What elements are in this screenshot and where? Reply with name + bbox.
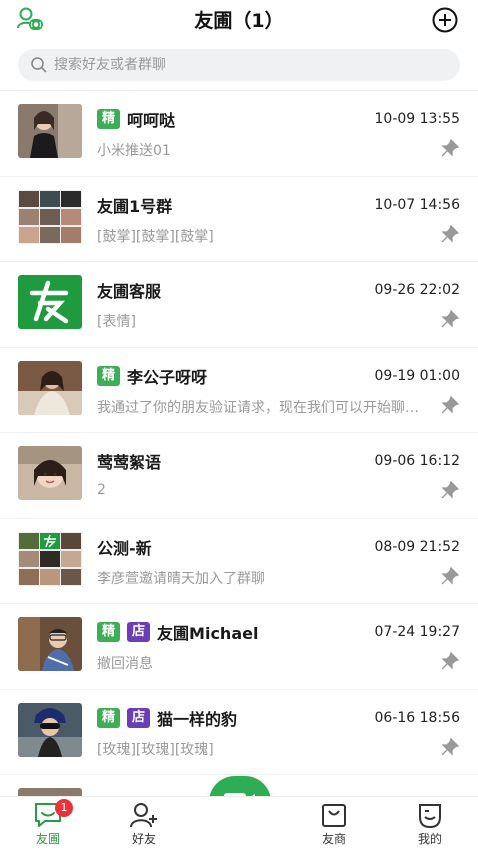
chat-name: 友圃Michael [157,624,259,643]
chat-row[interactable]: 友圃客服 09-26 22:02 [表情] [0,262,478,348]
chat-title-line: 友圃1号群 [97,194,172,216]
bottom-nav: 友圃 1 好友 友商 我的 [0,796,478,850]
search-icon [30,56,48,74]
chat-preview: [鼓掌][鼓掌][鼓掌] [97,228,214,245]
profile-icon [415,801,445,829]
add-circle-icon[interactable] [432,7,458,33]
avatar [18,702,82,757]
chat-row[interactable]: 友圃1号群 10-07 14:56 [鼓掌][鼓掌][鼓掌] [0,177,478,262]
nav-mine[interactable]: 我的 [400,799,460,849]
app-root: 友圃（1） 搜索好友或者群聊 精 呵呵哒 10-09 13:55 小米推送01 … [0,0,478,850]
chat-row[interactable]: 精 李公子呀呀 09-19 01:00 我通过了你的朋友验证请求，现在我们可以开… [0,348,478,433]
chat-row[interactable]: 精 店 猫一样的豹 06-16 18:56 [玫瑰][玫瑰][玫瑰] [0,690,478,775]
featured-badge: 精 [97,365,121,386]
chat-title-line: 友圃客服 [97,279,161,301]
chat-title-line: 精 店 友圃Michael [97,621,258,643]
chat-preview: [玫瑰][玫瑰][玫瑰] [97,741,214,758]
chat-time: 09-19 01:00 [374,367,460,384]
chat-time: 10-09 13:55 [374,111,460,127]
nav-label: 友圃 [35,832,60,846]
pin-icon[interactable] [440,651,460,671]
chat-preview: 2 [97,482,106,498]
pin-icon[interactable] [440,138,460,158]
pin-icon[interactable] [440,566,460,586]
page-title: 友圃（1） [194,10,284,32]
pin-icon[interactable] [440,480,460,500]
you-logo-avatar [18,275,82,329]
chat-list: 精 呵呵哒 10-09 13:55 小米推送01 友圃1号群 10-07 14:… [0,91,478,796]
add-friend-icon [129,801,159,829]
featured-badge: 精 [97,707,121,728]
chat-name: 公测-新 [97,538,152,558]
shop-badge: 店 [127,622,151,642]
nav-friends[interactable]: 好友 [114,799,174,849]
search-input[interactable] [54,49,444,81]
chat-row[interactable]: 精 店 友圃Michael 07-24 19:27 撤回消息 [0,604,478,690]
top-bar: 友圃（1） [0,0,478,40]
chat-preview: 李彦萱邀请晴天加入了群聊 [97,570,265,587]
group-avatar [18,189,82,244]
chat-title-line: 公测-新 [97,536,152,558]
avatar [18,617,82,671]
chat-time: 08-09 21:52 [374,538,460,555]
shop-bag-icon [319,801,349,829]
pin-icon[interactable] [440,309,460,329]
nav-label: 我的 [417,832,442,846]
chat-time: 09-26 22:02 [374,282,460,298]
nav-youpu[interactable]: 友圃 1 [18,799,78,849]
chat-time: 09-06 16:12 [374,453,460,469]
chat-row[interactable]: 公测-新 08-09 21:52 李彦萱邀请晴天加入了群聊 [0,519,478,604]
chat-row[interactable]: 莺莺絮语 09-06 16:12 2 [0,433,478,519]
pin-icon[interactable] [440,737,460,757]
chat-time: 10-07 14:56 [374,196,460,213]
chat-name: 友圃客服 [97,282,162,301]
chat-title-line: 精 李公子呀呀 [97,365,207,387]
chat-title-line: 精 呵呵哒 [97,108,175,130]
chat-name: 猫一样的豹 [157,709,238,729]
shop-badge: 店 [127,707,151,728]
avatar [18,104,82,158]
pin-icon[interactable] [440,224,460,244]
chat-row[interactable]: 精 呵呵哒 10-09 13:55 小米推送01 [0,91,478,177]
chat-name: 呵呵哒 [127,111,176,130]
nav-shop[interactable]: 友商 [304,799,364,849]
chat-name: 友圃1号群 [97,196,173,216]
unread-badge: 1 [55,799,73,817]
featured-badge: 精 [97,109,121,129]
avatar [18,788,82,796]
pin-icon[interactable] [440,395,460,415]
chat-preview: 我通过了你的朋友验证请求，现在我们可以开始聊天了 [97,399,432,416]
chat-preview: [表情] [97,314,136,330]
search-bar[interactable] [18,49,460,81]
nav-label: 好友 [131,832,156,846]
featured-badge: 精 [97,622,121,642]
group-avatar [18,531,82,586]
chat-preview: 小米推送01 [97,143,171,159]
chat-name: 莺莺絮语 [97,453,162,472]
nav-label: 友商 [321,832,346,846]
avatar [18,446,82,500]
chat-time: 06-16 18:56 [374,709,460,726]
chat-preview: 撤回消息 [97,656,153,672]
avatar [18,360,82,415]
chat-name: 李公子呀呀 [127,367,208,387]
chat-time: 07-24 19:27 [374,624,460,640]
chat-title-line: 精 店 猫一样的豹 [97,707,237,729]
chat-title-line: 莺莺絮语 [97,450,161,472]
